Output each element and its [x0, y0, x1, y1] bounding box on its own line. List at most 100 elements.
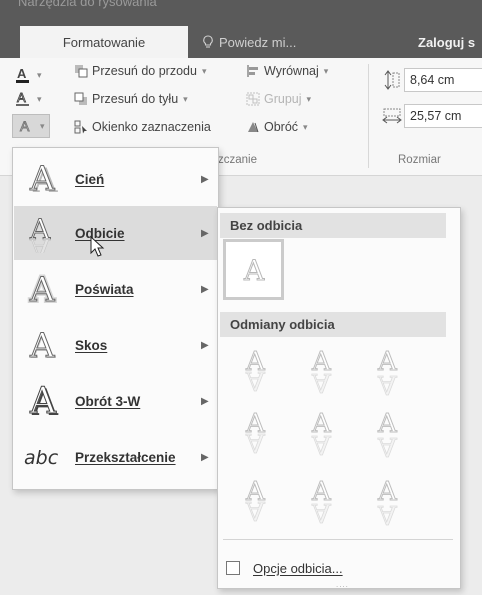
context-tab-label: Narzędzia do rysowania — [18, 0, 157, 9]
text-effects-button[interactable]: A ▾ — [12, 114, 50, 138]
glow-a-icon: A A — [27, 269, 57, 309]
rotate-icon — [248, 122, 259, 133]
reflection-a-icon: A A — [29, 213, 52, 253]
group-icon — [246, 92, 260, 106]
shape-height-input[interactable]: 8,64 cm — [404, 68, 482, 92]
reflection-variant-a-icon: AA — [245, 347, 267, 396]
reflection-variant-a-icon: AA — [245, 477, 267, 526]
reflection-variant-option[interactable]: AA — [298, 346, 348, 397]
text-fill-icon: A — [16, 66, 29, 83]
shape-width-icon — [382, 108, 402, 124]
svg-text:A: A — [245, 427, 266, 457]
reflection-variant-a-icon: AA — [311, 409, 333, 459]
svg-text:A: A — [311, 497, 332, 526]
menu-item-3d-rotation[interactable]: A A Obrót 3-W ▶ — [14, 374, 217, 428]
reflection-variant-option[interactable]: AA — [232, 346, 282, 396]
bevel-a-icon: A A — [29, 326, 57, 366]
chevron-down-icon: ▾ — [306, 93, 312, 104]
no-reflection-a-icon: A — [242, 253, 265, 287]
svg-text:A: A — [377, 431, 398, 458]
menu-item-label: Skos — [75, 337, 108, 353]
menu-item-transform[interactable]: abc Przekształcenie ▶ — [14, 430, 217, 484]
text-outline-button[interactable]: A ▾ — [14, 90, 42, 108]
align-icon — [247, 65, 258, 77]
reflection-variant-option[interactable]: AA — [364, 408, 414, 459]
chevron-right-icon: ▶ — [201, 451, 209, 463]
tell-me-search[interactable]: Powiedz mi... — [202, 26, 296, 58]
menu-item-reflection[interactable]: A A Odbicie ▶ — [14, 206, 217, 260]
rotate-button[interactable]: Obróć ▾ — [246, 120, 308, 134]
send-backward-button[interactable]: Przesuń do tyłu ▾ — [74, 92, 188, 106]
shape-width-input[interactable]: 25,57 cm — [404, 104, 482, 128]
chevron-down-icon: ▾ — [201, 65, 207, 76]
rotate-label: Obróć — [264, 120, 299, 134]
reflection-variant-option[interactable]: AA — [232, 476, 282, 526]
svg-text:abc: abc — [24, 447, 59, 469]
transform-abc-icon: abc — [24, 447, 59, 469]
reflection-options-button[interactable]: Opcje odbicia... — [226, 557, 343, 579]
align-label: Wyrównaj — [264, 64, 319, 78]
menu-item-bevel[interactable]: A A Skos ▶ — [14, 318, 217, 372]
svg-text:A: A — [311, 429, 332, 458]
bring-forward-icon — [75, 65, 88, 78]
reflection-variant-a-icon: AA — [377, 409, 399, 459]
svg-text:A: A — [17, 66, 27, 81]
group-button[interactable]: Grupuj ▾ — [246, 92, 311, 106]
chevron-right-icon: ▶ — [201, 283, 209, 295]
checkbox-icon — [226, 561, 240, 575]
group-label: Grupuj — [264, 92, 302, 106]
selection-pane-icon — [74, 120, 87, 134]
tell-me-label: Powiedz mi... — [219, 34, 297, 50]
chevron-right-icon: ▶ — [201, 227, 209, 239]
svg-text:A: A — [245, 365, 266, 395]
reflection-variant-option[interactable]: AA — [298, 476, 348, 527]
reflection-variant-option[interactable]: AA — [364, 346, 414, 397]
align-button[interactable]: Wyrównaj ▾ — [246, 64, 328, 78]
chevron-down-icon: ▾ — [37, 93, 42, 104]
chevron-down-icon: ▾ — [40, 120, 45, 131]
menu-item-glow[interactable]: A A Poświata ▶ — [14, 262, 217, 316]
svg-text:A: A — [377, 499, 398, 526]
reflection-submenu: Bez odbicia A Odmiany odbicia AAAAAAAAAA… — [217, 207, 461, 589]
no-reflection-option[interactable]: A — [223, 239, 284, 300]
chevron-down-icon: ▾ — [323, 65, 329, 76]
submenu-divider — [223, 539, 453, 540]
svg-text:A: A — [29, 381, 57, 421]
reflection-variant-a-icon: AA — [311, 477, 333, 527]
svg-text:A: A — [311, 367, 332, 396]
reflection-variant-option[interactable]: AA — [232, 408, 282, 458]
reflection-variant-a-icon: AA — [377, 347, 399, 397]
tab-format[interactable]: Formatowanie — [20, 26, 188, 58]
reflection-variant-option[interactable]: AA — [364, 476, 414, 527]
text-outline-icon: A — [16, 90, 29, 106]
sign-in-link[interactable]: Zaloguj s — [418, 26, 475, 58]
mouse-pointer-icon — [90, 236, 105, 257]
chevron-down-icon: ▾ — [37, 69, 42, 80]
chevron-down-icon: ▾ — [303, 121, 308, 132]
reflection-options-label: Opcje odbicia... — [253, 560, 343, 576]
svg-text:A: A — [29, 232, 51, 253]
selection-pane-button[interactable]: Okienko zaznaczenia — [74, 120, 211, 134]
lightbulb-icon — [203, 35, 213, 48]
shape-height-icon — [384, 70, 400, 90]
svg-text:A: A — [20, 118, 30, 134]
3d-rotation-a-icon: A A — [29, 381, 60, 421]
bring-forward-label: Przesuń do przodu — [92, 64, 197, 78]
reflection-variant-a-icon: AA — [311, 347, 333, 397]
text-fill-button[interactable]: A ▾ — [14, 66, 42, 84]
svg-text:A: A — [29, 270, 55, 309]
selection-pane-label: Okienko zaznaczenia — [92, 120, 211, 134]
menu-item-shadow[interactable]: A A Cień ▶ — [14, 152, 217, 206]
shadow-a-icon: A A — [29, 159, 59, 199]
ribbon-title-bar: Narzędzia do rysowania Formatowanie Powi… — [0, 0, 482, 58]
send-backward-label: Przesuń do tyłu — [92, 92, 179, 106]
reflection-variant-a-icon: AA — [245, 409, 267, 458]
reflection-variant-option[interactable]: AA — [298, 408, 348, 459]
resize-grip[interactable]: .... — [336, 580, 349, 589]
menu-item-label: Obrót 3-W — [75, 393, 141, 409]
no-reflection-header: Bez odbicia — [220, 213, 446, 238]
reflection-variants-header: Odmiany odbicia — [220, 312, 446, 337]
bring-forward-button[interactable]: Przesuń do przodu ▾ — [74, 64, 206, 78]
size-group-label: Rozmiar — [398, 154, 441, 166]
menu-item-label: Cień — [75, 171, 105, 187]
